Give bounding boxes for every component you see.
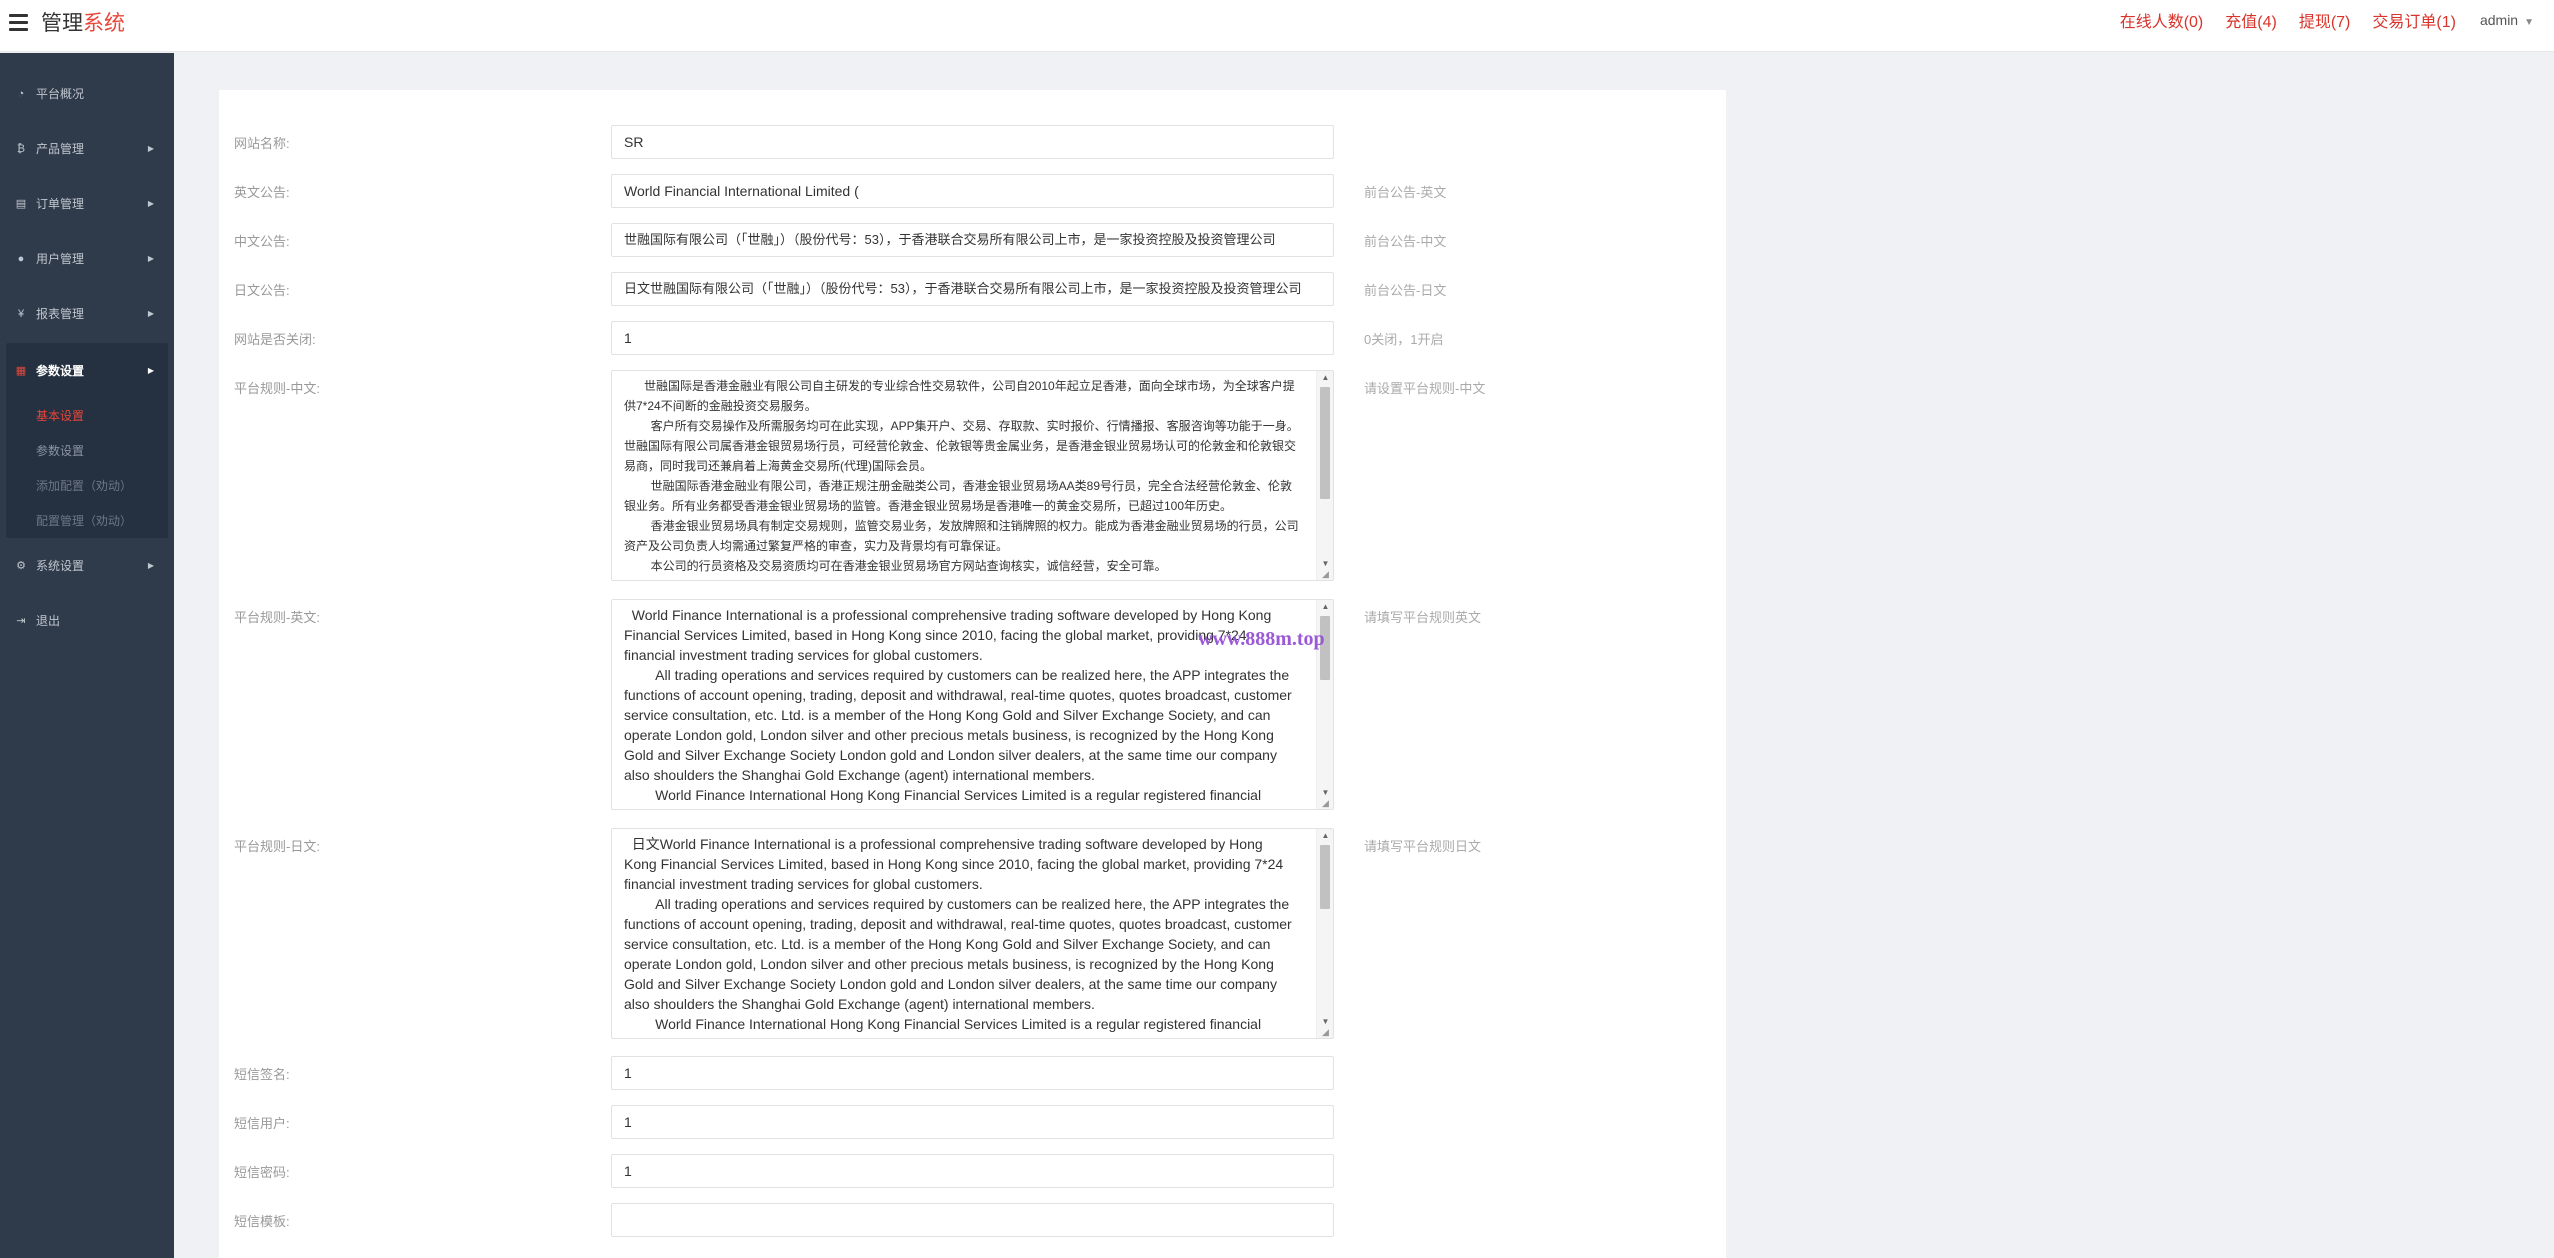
sidebar-item-label: 产品管理 (36, 142, 85, 156)
field-hint: 0关闭，1开启 (1364, 332, 1444, 347)
field-label: 英文公告: (234, 185, 290, 200)
sidebar-item-label: 参数设置 (36, 364, 85, 378)
sidebar-item-reports[interactable]: ¥ 报表管理 ▶ (0, 286, 174, 341)
sidebar-subitem-add-config[interactable]: 添加配置（劝动） (6, 468, 168, 503)
scroll-up-icon[interactable]: ▲ (1317, 831, 1333, 840)
sms-password-input[interactable]: 1 (611, 1154, 1334, 1188)
sidebar-group-params: ▦ 参数设置 ▶ 基本设置 参数设置 添加配置（劝动） 配置管理（劝动） (6, 343, 168, 538)
trade-orders-link[interactable]: 交易订单(1) (2372, 8, 2456, 32)
chevron-right-icon: ▶ (147, 254, 154, 263)
resize-grip-icon[interactable]: ◢ (1322, 1027, 1332, 1037)
sidebar-item-label: 系统设置 (36, 559, 85, 573)
scroll-thumb[interactable] (1320, 845, 1330, 909)
scroll-down-icon[interactable]: ▼ (1317, 788, 1333, 797)
sidebar-subitem-config-manage[interactable]: 配置管理（劝动） (6, 503, 168, 538)
textarea-content: 日文World Finance International is a profe… (624, 836, 1292, 1038)
field-label: 短信模板: (234, 1214, 290, 1229)
rules-cn-textarea[interactable]: 世融国际是香港金融业有限公司自主研发的专业综合性交易软件，公司自2010年起立足… (611, 370, 1334, 581)
jp-notice-input[interactable]: 日文世融国际有限公司（「世融」）（股份代号：53），于香港联合交易所有限公司上市… (611, 272, 1334, 306)
app-title-accent: 系统 (83, 12, 125, 35)
params-icon: ▦ (15, 365, 27, 377)
sidebar: ◔ 平台概况 ₿ 产品管理 ▶ ▤ 订单管理 ▶ ● 用户管理 ▶ ¥ 报表管理 ▶ ▦ 参数设置 ▶… (0, 53, 174, 1258)
field-label: 短信密码: (234, 1165, 290, 1180)
field-label: 网站名称: (234, 136, 290, 151)
sms-template-input[interactable] (611, 1203, 1334, 1237)
withdraw-link[interactable]: 提现(7) (2299, 8, 2351, 32)
logout-icon: ⇥ (16, 615, 26, 627)
watermark: www.888m.top (1198, 628, 1325, 650)
bitcoin-icon: ₿ (16, 142, 26, 155)
sidebar-subitem-param-settings[interactable]: 参数设置 (6, 433, 168, 468)
field-hint: 前台公告-日文 (1364, 283, 1447, 298)
chevron-down-icon: ▼ (2524, 17, 2534, 28)
chevron-right-icon: ▶ (147, 366, 154, 375)
scrollbar[interactable]: ▲ ▼ (1316, 371, 1333, 580)
en-notice-input[interactable]: World Financial International Limited ( (611, 174, 1334, 208)
cogs-icon: ⚙ (16, 560, 26, 572)
scroll-down-icon[interactable]: ▼ (1317, 559, 1333, 568)
order-icon: ▤ (15, 198, 27, 210)
scroll-up-icon[interactable]: ▲ (1317, 602, 1333, 611)
field-hint: 请设置平台规则-中文 (1364, 381, 1486, 396)
field-label: 日文公告: (234, 283, 290, 298)
field-label: 中文公告: (234, 234, 290, 249)
user-menu[interactable]: admin ▼ (2480, 12, 2534, 28)
field-label: 短信用户: (234, 1116, 290, 1131)
menu-toggle-icon[interactable] (9, 14, 28, 32)
settings-form: 网站名称: SR 英文公告: World Financial Internati… (219, 90, 1726, 1258)
user-icon: ● (17, 252, 25, 265)
recharge-link[interactable]: 充值(4) (2225, 8, 2277, 32)
site-closed-input[interactable]: 1 (611, 321, 1334, 355)
sidebar-item-products[interactable]: ₿ 产品管理 ▶ (0, 121, 174, 176)
field-label: 平台规则-日文: (234, 839, 320, 854)
chevron-right-icon: ▶ (147, 309, 154, 318)
online-users-link[interactable]: 在线人数(0) (2120, 8, 2204, 32)
field-label: 网站是否关闭: (234, 332, 316, 347)
sidebar-item-label: 平台概况 (36, 87, 85, 101)
scroll-down-icon[interactable]: ▼ (1317, 1017, 1333, 1026)
textarea-content: 世融国际是香港金融业有限公司自主研发的专业综合性交易软件，公司自2010年起立足… (624, 379, 1299, 573)
chevron-right-icon: ▶ (147, 561, 154, 570)
cn-notice-input[interactable]: 世融国际有限公司（「世融」）（股份代号：53），于香港联合交易所有限公司上市，是… (611, 223, 1334, 257)
resize-grip-icon[interactable]: ◢ (1322, 569, 1332, 579)
scroll-thumb[interactable] (1320, 387, 1330, 499)
sms-user-input[interactable]: 1 (611, 1105, 1334, 1139)
chevron-right-icon: ▶ (147, 144, 154, 153)
site-name-input[interactable]: SR (611, 125, 1334, 159)
scroll-up-icon[interactable]: ▲ (1317, 373, 1333, 382)
top-bar: 管理系统 在线人数(0) 充值(4) 提现(7) 交易订单(1) admin ▼ (0, 0, 2554, 52)
rules-jp-textarea[interactable]: 日文World Finance International is a profe… (611, 828, 1334, 1039)
field-label: 平台规则-中文: (234, 381, 320, 396)
app-title-main: 管理 (41, 12, 83, 35)
sidebar-item-params[interactable]: ▦ 参数设置 ▶ (6, 343, 168, 398)
sidebar-item-orders[interactable]: ▤ 订单管理 ▶ (0, 176, 174, 231)
field-hint: 请填写平台规则英文 (1364, 610, 1482, 625)
sidebar-item-label: 用户管理 (36, 252, 85, 266)
field-hint: 前台公告-英文 (1364, 185, 1447, 200)
scrollbar[interactable]: ▲ ▼ (1316, 829, 1333, 1038)
app-title: 管理系统 (41, 10, 125, 38)
sidebar-item-label: 退出 (36, 614, 61, 628)
top-nav: 在线人数(0) 充值(4) 提现(7) 交易订单(1) admin ▼ (2098, 0, 2534, 40)
field-label: 短信签名: (234, 1067, 290, 1082)
chevron-right-icon: ▶ (147, 199, 154, 208)
sidebar-item-users[interactable]: ● 用户管理 ▶ (0, 231, 174, 286)
sms-sign-input[interactable]: 1 (611, 1056, 1334, 1090)
sidebar-item-overview[interactable]: ◔ 平台概况 (0, 66, 174, 121)
sidebar-item-label: 订单管理 (36, 197, 85, 211)
field-hint: 前台公告-中文 (1364, 234, 1447, 249)
sidebar-item-system[interactable]: ⚙ 系统设置 ▶ (0, 538, 174, 593)
field-hint: 请填写平台规则日文 (1364, 839, 1482, 854)
dashboard-icon: ◔ (17, 87, 25, 100)
username: admin (2479, 12, 2519, 28)
field-label: 平台规则-英文: (234, 610, 320, 625)
yen-icon: ¥ (17, 307, 25, 320)
sidebar-subitem-basic-settings[interactable]: 基本设置 (6, 398, 168, 433)
sidebar-item-label: 报表管理 (36, 307, 85, 321)
resize-grip-icon[interactable]: ◢ (1322, 798, 1332, 808)
sidebar-item-logout[interactable]: ⇥ 退出 (0, 593, 174, 648)
